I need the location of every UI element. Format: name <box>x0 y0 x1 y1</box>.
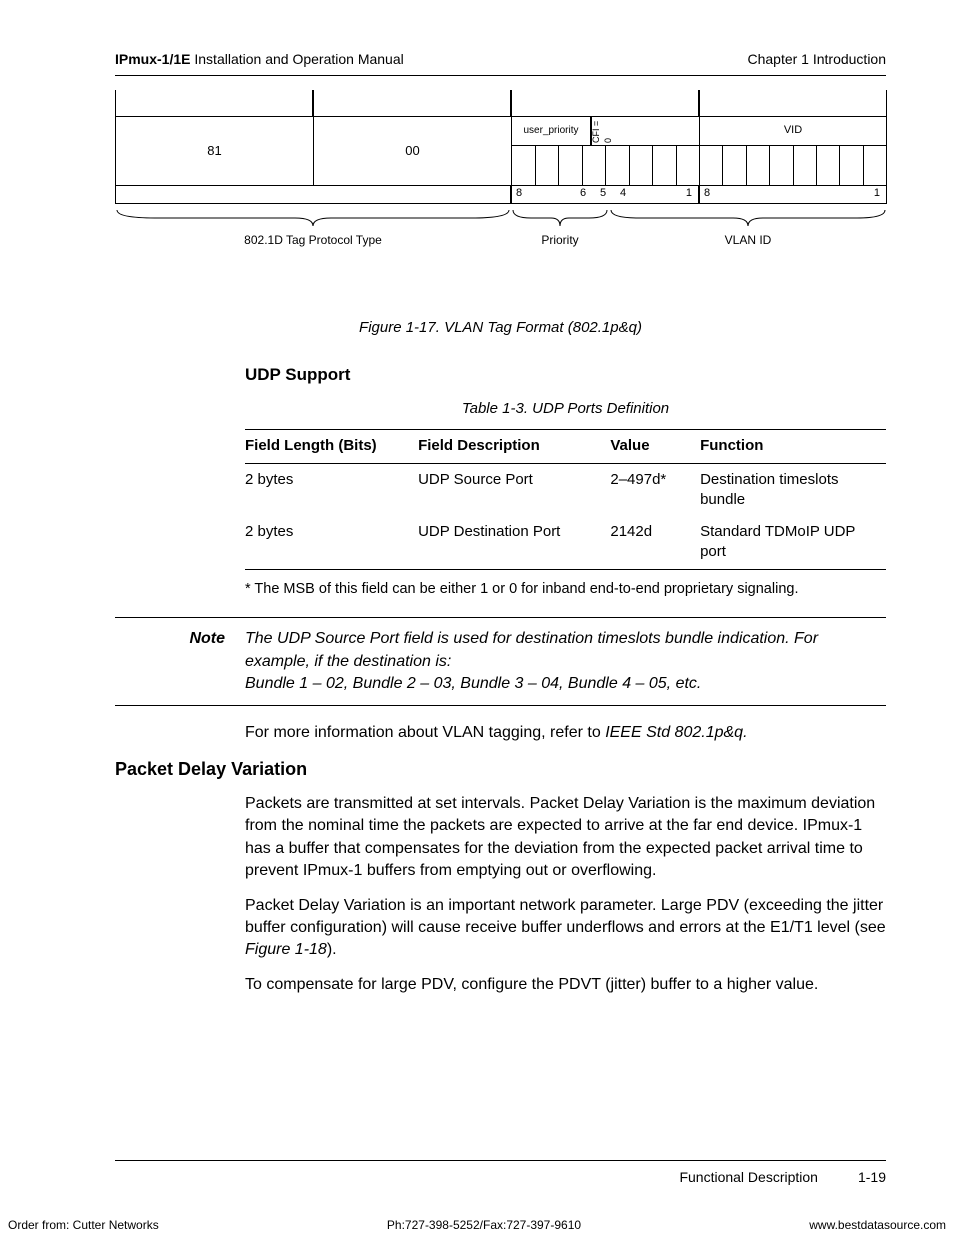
note-line1: The UDP Source Port field is used for de… <box>245 628 886 673</box>
page-header: IPmux-1/1E Installation and Operation Ma… <box>115 50 886 69</box>
tick-1: 1 <box>686 186 692 201</box>
tick-8b: 8 <box>704 186 710 201</box>
footer-page: 1-19 <box>858 1168 886 1187</box>
cfi-label: CFI = 0 <box>591 117 612 145</box>
tick-1b: 1 <box>874 186 880 201</box>
th-field-desc: Field Description <box>418 430 610 463</box>
order-footer: Order from: Cutter Networks Ph:727-398-5… <box>0 1217 954 1233</box>
udp-support-heading: UDP Support <box>245 364 886 387</box>
header-rule <box>115 75 886 76</box>
chapter-label: Chapter 1 Introduction <box>747 50 886 69</box>
manual-title: Installation and Operation Manual <box>190 51 403 67</box>
th-value: Value <box>610 430 700 463</box>
table-row: 2 bytes UDP Source Port 2–497d* Destinat… <box>245 463 886 516</box>
vlan-ref: For more information about VLAN tagging,… <box>245 722 886 744</box>
brace-protocol-type: 802.1D Tag Protocol Type <box>115 208 511 248</box>
note-block: Note The UDP Source Port field is used f… <box>115 617 886 706</box>
product-name: IPmux-1/1E <box>115 51 190 67</box>
table-caption: Table 1-3. UDP Ports Definition <box>245 399 886 419</box>
tick-8: 8 <box>516 186 522 201</box>
order-left: Order from: Cutter Networks <box>8 1217 159 1233</box>
diagram-byte2: 00 <box>313 116 511 186</box>
pdv-p3: To compensate for large PDV, configure t… <box>245 974 886 996</box>
brace-priority: Priority <box>511 208 609 248</box>
pdv-p1: Packets are transmitted at set intervals… <box>245 793 886 883</box>
footer-rule <box>115 1160 886 1161</box>
figure-caption: Figure 1-17. VLAN Tag Format (802.1p&q) <box>115 318 886 338</box>
th-function: Function <box>700 430 886 463</box>
note-line2: Bundle 1 – 02, Bundle 2 – 03, Bundle 3 –… <box>245 673 886 695</box>
udp-ports-table: Field Length (Bits) Field Description Va… <box>245 429 886 569</box>
vid-label: VID <box>700 117 886 146</box>
th-field-length: Field Length (Bits) <box>245 430 418 463</box>
tick-6: 6 <box>580 186 586 201</box>
vlan-tag-diagram: 81 00 user_priority CFI = 0 VID <box>115 90 887 300</box>
user-priority-label: user_priority <box>512 117 591 145</box>
page-footer: Functional Description 1-19 <box>115 1168 886 1187</box>
brace-vlan-id: VLAN ID <box>609 208 887 248</box>
order-mid: Ph:727-398-5252/Fax:727-397-9610 <box>387 1217 581 1233</box>
table-footnote: * The MSB of this field can be either 1 … <box>245 580 886 600</box>
pdv-p2: Packet Delay Variation is an important n… <box>245 895 886 962</box>
tick-5: 5 <box>600 186 606 201</box>
diagram-byte1: 81 <box>115 116 313 186</box>
footer-section: Functional Description <box>679 1168 818 1187</box>
note-label: Note <box>115 628 245 695</box>
table-row: 2 bytes UDP Destination Port 2142d Stand… <box>245 516 886 569</box>
tick-4: 4 <box>620 186 626 201</box>
order-right: www.bestdatasource.com <box>809 1217 946 1233</box>
pdv-heading: Packet Delay Variation <box>115 757 886 781</box>
header-left: IPmux-1/1E Installation and Operation Ma… <box>115 50 404 69</box>
